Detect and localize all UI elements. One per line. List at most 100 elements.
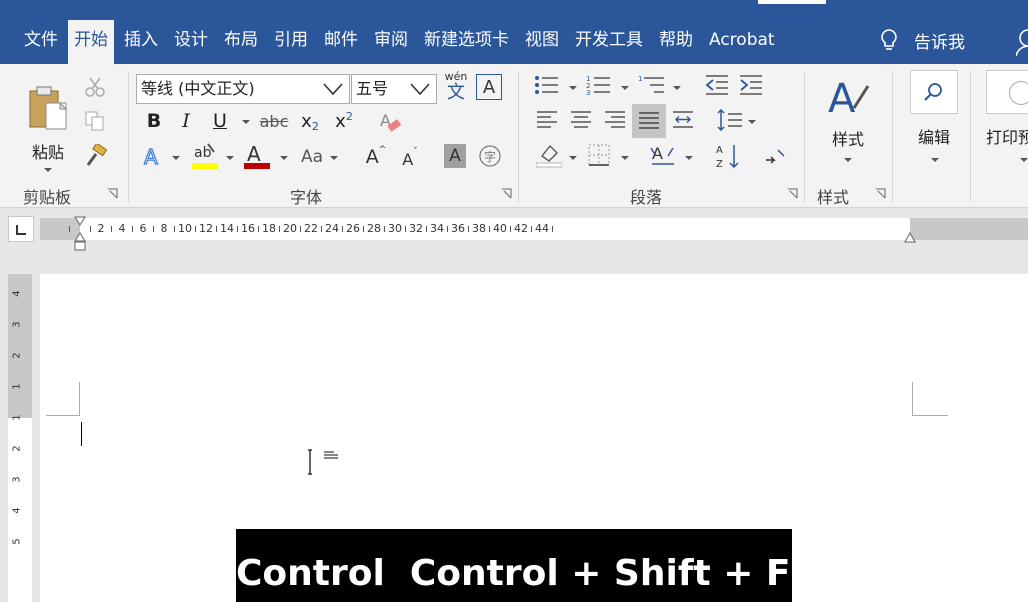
tab-6[interactable]: 邮件 <box>318 20 364 64</box>
change-case-dropdown-icon[interactable] <box>330 156 338 160</box>
paste-button[interactable]: 粘贴 <box>20 74 76 174</box>
paragraph-launcher-icon[interactable] <box>787 188 798 199</box>
highlight-icon[interactable]: ab <box>192 142 218 170</box>
ruler-label: 26 <box>346 222 360 235</box>
bullets-icon[interactable] <box>534 74 560 96</box>
multilevel-dropdown-icon[interactable] <box>673 86 681 90</box>
change-case-button[interactable]: Aa <box>298 144 326 170</box>
tab-5[interactable]: 引用 <box>268 20 314 64</box>
font-color-dropdown-icon[interactable] <box>280 156 288 160</box>
tab-7[interactable]: 审阅 <box>368 20 414 64</box>
strikethrough-button[interactable]: abc <box>258 108 290 134</box>
sort-icon[interactable]: A Z <box>716 142 742 170</box>
styles-button[interactable]: A 样式 <box>818 72 878 172</box>
tab-9[interactable]: 视图 <box>519 20 565 64</box>
line-spacing-icon[interactable] <box>716 108 744 132</box>
editing-dropdown-icon[interactable] <box>931 158 939 162</box>
svg-text:A: A <box>247 142 261 166</box>
styles-dropdown-icon[interactable] <box>844 158 852 162</box>
increase-indent-icon[interactable] <box>738 74 764 96</box>
font-group-label: 字体 <box>290 188 323 207</box>
grow-font-button[interactable]: A ^ <box>364 144 388 170</box>
align-right-icon[interactable] <box>604 110 626 130</box>
styles-launcher-icon[interactable] <box>875 188 886 199</box>
underline-dropdown-icon[interactable] <box>242 120 250 124</box>
first-line-indent-icon[interactable] <box>74 216 86 226</box>
hanging-indent-icon[interactable] <box>74 232 86 254</box>
subscript-button[interactable]: x2 <box>298 108 322 134</box>
ruler-label: 10 <box>178 222 192 235</box>
tab-12[interactable]: Acrobat <box>703 20 781 64</box>
svg-text:A: A <box>828 76 856 120</box>
tab-2[interactable]: 插入 <box>118 20 164 64</box>
align-left-icon[interactable] <box>536 110 558 130</box>
editing-button[interactable]: 编辑 <box>906 70 962 170</box>
italic-button[interactable]: I <box>176 108 196 134</box>
tab-11[interactable]: 帮助 <box>653 20 699 64</box>
vertical-ruler-label: 1 <box>11 383 23 390</box>
chinese-layout-dropdown-icon[interactable] <box>685 156 693 160</box>
vertical-ruler-label: 1 <box>11 414 23 421</box>
tab-10[interactable]: 开发工具 <box>569 20 649 64</box>
shrink-font-button[interactable]: Aˇ <box>398 146 422 172</box>
underline-button[interactable]: U <box>210 108 230 134</box>
chevron-down-icon <box>323 83 343 95</box>
decrease-indent-icon[interactable] <box>704 74 730 96</box>
ruler-label: 34 <box>430 222 444 235</box>
styles-icon: A <box>828 76 870 120</box>
tell-me-label: 告诉我 <box>914 32 965 53</box>
borders-icon[interactable] <box>588 144 610 166</box>
tab-3[interactable]: 设计 <box>168 20 214 64</box>
line-spacing-dropdown-icon[interactable] <box>748 120 756 124</box>
chinese-layout-icon[interactable]: A <box>650 144 678 168</box>
ibeam-pointer-icon <box>308 449 338 475</box>
multilevel-list-icon[interactable]: 1 <box>638 74 666 96</box>
horizontal-ruler[interactable]: 2 4 6 8 10 12 14 16 18 20 22 24 26 28 30 32 34 36 38 40 42 44 <box>40 216 1028 251</box>
superscript-button[interactable]: x2 <box>332 108 356 134</box>
tab-8[interactable]: 新建选项卡 <box>418 20 515 64</box>
numbering-icon[interactable]: 1 2 3 <box>586 74 612 96</box>
font-launcher-icon[interactable] <box>501 188 512 199</box>
character-shading-button[interactable]: A <box>444 144 466 168</box>
phonetic-guide-button[interactable]: wén 文 <box>442 70 470 104</box>
print-preview-button[interactable]: 打印预 <box>986 70 1028 170</box>
align-center-icon[interactable] <box>570 110 592 130</box>
print-preview-dropdown-icon[interactable] <box>1020 158 1028 162</box>
character-border-button[interactable]: A <box>476 74 502 100</box>
borders-dropdown-icon[interactable] <box>621 156 629 160</box>
font-size-combo[interactable]: 五号 <box>351 74 437 104</box>
tab-0[interactable]: 文件 <box>18 20 64 64</box>
shading-dropdown-icon[interactable] <box>569 156 577 160</box>
vertical-ruler[interactable]: 4 3 2 1 1 2 3 4 5 <box>8 274 32 602</box>
paste-icon <box>29 86 68 130</box>
tab-1[interactable]: 开始 <box>68 20 114 64</box>
text-effects-icon[interactable]: A <box>142 144 166 170</box>
tab-selector[interactable] <box>8 216 34 242</box>
tab-4[interactable]: 布局 <box>218 20 264 64</box>
distributed-icon[interactable] <box>672 110 694 130</box>
justify-button[interactable] <box>632 104 666 138</box>
quick-access-field[interactable] <box>758 0 826 4</box>
right-indent-icon[interactable] <box>904 232 916 244</box>
cut-icon[interactable] <box>84 76 106 98</box>
font-color-icon[interactable]: A <box>244 142 270 170</box>
text-effects-dropdown-icon[interactable] <box>172 156 180 160</box>
font-name-combo[interactable]: 等线 (中文正文) <box>136 74 350 104</box>
clipboard-group-label: 剪贴板 <box>23 188 72 207</box>
svg-text:A: A <box>716 145 723 156</box>
tell-me-box[interactable]: 告诉我 <box>880 20 965 60</box>
highlight-dropdown-icon[interactable] <box>226 156 234 160</box>
show-hide-marks-icon[interactable] <box>764 146 786 168</box>
shading-icon[interactable] <box>536 142 562 168</box>
user-icon[interactable] <box>1016 28 1028 56</box>
paste-dropdown-icon[interactable] <box>44 168 52 172</box>
ruler-label: 42 <box>514 222 528 235</box>
vertical-ruler-label: 4 <box>11 290 23 297</box>
clipboard-launcher-icon[interactable] <box>107 188 118 199</box>
bullets-dropdown-icon[interactable] <box>569 86 577 90</box>
clear-formatting-icon[interactable]: A <box>378 110 402 134</box>
format-painter-icon[interactable] <box>84 144 108 168</box>
numbering-dropdown-icon[interactable] <box>621 86 629 90</box>
bold-button[interactable]: B <box>144 108 164 134</box>
copy-icon[interactable] <box>84 110 106 132</box>
